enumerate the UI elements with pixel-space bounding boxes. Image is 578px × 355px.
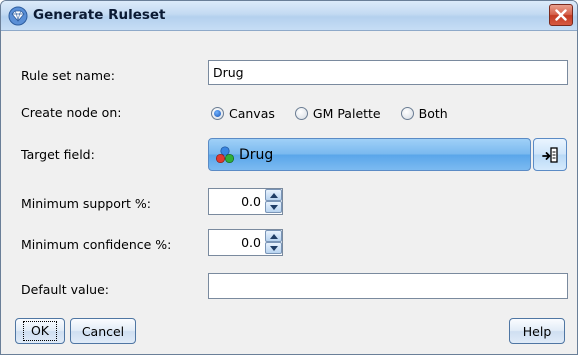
close-x-icon xyxy=(555,9,567,21)
create-node-on-radio-group: Canvas GM Palette Both xyxy=(211,103,468,123)
create-node-on-label: Create node on: xyxy=(21,105,122,120)
minimum-support-label: Minimum support %: xyxy=(21,196,151,211)
arrow-up-icon xyxy=(269,233,278,239)
dialog-title: Generate Ruleset xyxy=(33,7,166,23)
minimum-confidence-value[interactable]: 0.0 xyxy=(209,230,264,255)
rule-set-name-label: Rule set name: xyxy=(21,68,115,83)
radio-gm-palette[interactable]: GM Palette xyxy=(294,105,381,121)
spin-up-button[interactable] xyxy=(265,230,282,242)
nominal-field-icon xyxy=(215,145,235,163)
diamond-gem-icon xyxy=(8,6,28,26)
field-picker-icon xyxy=(542,146,558,163)
minimum-support-value[interactable]: 0.0 xyxy=(209,189,264,214)
rule-set-name-input[interactable]: Drug xyxy=(208,60,568,85)
radio-gm-palette-label: GM Palette xyxy=(312,105,381,121)
help-button-label: Help xyxy=(522,323,552,339)
radio-both-label: Both xyxy=(418,105,448,121)
cancel-button[interactable]: Cancel xyxy=(70,318,136,344)
minimum-confidence-spinner[interactable]: 0.0 xyxy=(208,229,283,256)
spin-down-button[interactable] xyxy=(265,201,282,213)
target-field-value: Drug xyxy=(239,146,274,163)
field-picker-button[interactable] xyxy=(533,138,567,171)
target-field-button[interactable]: Drug xyxy=(208,138,531,171)
radio-canvas[interactable]: Canvas xyxy=(211,106,275,121)
ok-button[interactable]: OK xyxy=(15,318,65,344)
generate-ruleset-dialog: Generate Ruleset Rule set name: Drug Cre… xyxy=(0,0,578,355)
radio-button-selected[interactable] xyxy=(211,106,224,120)
radio-both[interactable]: Both xyxy=(400,105,448,121)
default-value-input[interactable] xyxy=(208,273,568,299)
default-value-label: Default value: xyxy=(21,282,110,297)
arrow-up-icon xyxy=(269,192,278,198)
radio-canvas-label: Canvas xyxy=(229,105,275,121)
title-bar[interactable]: Generate Ruleset xyxy=(1,1,577,31)
spin-down-button[interactable] xyxy=(265,242,282,254)
minimum-confidence-label: Minimum confidence %: xyxy=(21,237,172,252)
close-button[interactable] xyxy=(549,4,573,26)
target-field-label: Target field: xyxy=(21,147,95,162)
radio-button[interactable] xyxy=(294,106,308,120)
ok-button-label: OK xyxy=(22,321,58,341)
arrow-down-icon xyxy=(269,245,278,251)
help-button[interactable]: Help xyxy=(509,318,565,344)
arrow-down-icon xyxy=(269,204,278,210)
radio-button[interactable] xyxy=(400,106,414,120)
minimum-support-spinner[interactable]: 0.0 xyxy=(208,188,283,215)
cancel-button-label: Cancel xyxy=(81,323,125,339)
spin-up-button[interactable] xyxy=(265,189,282,201)
